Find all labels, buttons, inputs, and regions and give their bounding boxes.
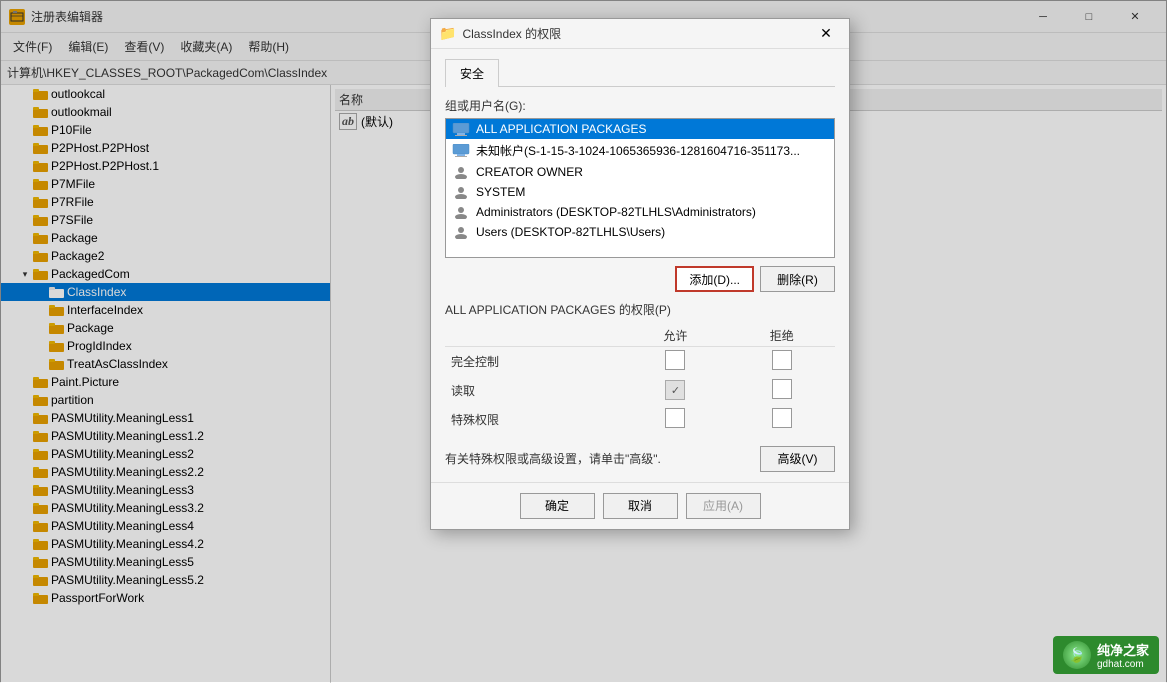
computer-icon (452, 123, 470, 136)
watermark-site: 纯净之家 (1097, 640, 1149, 659)
perm-allow-read[interactable] (622, 376, 728, 405)
user-label: ALL APPLICATION PACKAGES (476, 122, 647, 136)
dialog-close-button[interactable]: ✕ (811, 21, 841, 47)
dialog-title-left: 📁 ClassIndex 的权限 (439, 25, 561, 42)
checkbox-deny-read[interactable] (772, 379, 792, 399)
add-remove-row: 添加(D)... 删除(R) (445, 266, 835, 292)
dialog-title-text: ClassIndex 的权限 (462, 25, 561, 42)
watermark-logo: 🍃 (1063, 641, 1091, 669)
permissions-table: 允许 拒绝 完全控制 读取 (445, 325, 835, 434)
people-icon (452, 166, 470, 179)
group-user-label: 组或用户名(G): (445, 97, 835, 114)
dialog-body: 安全 组或用户名(G): ALL APPLICATION PACKAGES (431, 49, 849, 482)
ok-button[interactable]: 确定 (520, 493, 595, 519)
user-label: 未知帐户(S-1-15-3-1024-1065365936-1281604716… (476, 142, 800, 159)
perm-deny-read[interactable] (729, 376, 835, 405)
perm-allow-full[interactable] (622, 346, 728, 376)
user-item-system[interactable]: SYSTEM (446, 182, 834, 202)
checkbox-deny-full[interactable] (772, 350, 792, 370)
dialog-footer: 确定 取消 应用(A) (431, 482, 849, 529)
perm-name-special: 特殊权限 (445, 405, 622, 434)
checkbox-allow-special[interactable] (665, 408, 685, 428)
cancel-button[interactable]: 取消 (603, 493, 678, 519)
remove-button[interactable]: 删除(R) (760, 266, 835, 292)
perm-deny-special[interactable] (729, 405, 835, 434)
advanced-hint: 有关特殊权限或高级设置，请单击"高级". (445, 450, 661, 467)
watermark-domain: gdhat.com (1097, 659, 1149, 670)
people-icon-3 (452, 206, 470, 219)
user-item-users[interactable]: Users (DESKTOP-82TLHLS\Users) (446, 222, 834, 242)
people-icon-4 (452, 226, 470, 239)
perm-col-name-header (445, 325, 622, 347)
advanced-button[interactable]: 高级(V) (760, 446, 835, 472)
perm-row-read: 读取 (445, 376, 835, 405)
watermark-text: 纯净之家 gdhat.com (1097, 640, 1149, 670)
user-item-all-app-packages[interactable]: ALL APPLICATION PACKAGES (446, 119, 834, 139)
perm-row-full-control: 完全控制 (445, 346, 835, 376)
perm-allow-special[interactable] (622, 405, 728, 434)
add-button[interactable]: 添加(D)... (675, 266, 754, 292)
watermark: 🍃 纯净之家 gdhat.com (1053, 636, 1159, 674)
apply-button[interactable]: 应用(A) (686, 493, 761, 519)
permissions-label: ALL APPLICATION PACKAGES 的权限(P) (445, 302, 835, 319)
user-item-administrators[interactable]: Administrators (DESKTOP-82TLHLS\Administ… (446, 202, 834, 222)
advanced-row: 有关特殊权限或高级设置，请单击"高级". 高级(V) (445, 442, 835, 472)
user-label: Users (DESKTOP-82TLHLS\Users) (476, 225, 665, 239)
user-label: SYSTEM (476, 185, 525, 199)
perm-name-read: 读取 (445, 376, 622, 405)
checkbox-allow-read[interactable] (665, 380, 685, 400)
perm-name-full: 完全控制 (445, 346, 622, 376)
perm-col-allow-header: 允许 (622, 325, 728, 347)
perm-row-special: 特殊权限 (445, 405, 835, 434)
user-item-creator-owner[interactable]: CREATOR OWNER (446, 162, 834, 182)
computer-icon-2 (452, 144, 470, 157)
dialog-folder-icon: 📁 (439, 25, 456, 42)
users-list-box[interactable]: ALL APPLICATION PACKAGES 未知帐户(S-1-15-3-1… (445, 118, 835, 258)
dialog-title-bar: 📁 ClassIndex 的权限 ✕ (431, 19, 849, 49)
user-label: Administrators (DESKTOP-82TLHLS\Administ… (476, 205, 756, 219)
perm-deny-full[interactable] (729, 346, 835, 376)
checkbox-allow-full[interactable] (665, 350, 685, 370)
tab-security[interactable]: 安全 (445, 59, 499, 87)
checkbox-deny-special[interactable] (772, 408, 792, 428)
user-label: CREATOR OWNER (476, 165, 583, 179)
tab-bar: 安全 (445, 59, 835, 87)
user-item-unknown[interactable]: 未知帐户(S-1-15-3-1024-1065365936-1281604716… (446, 139, 834, 162)
perm-col-deny-header: 拒绝 (729, 325, 835, 347)
people-icon-2 (452, 186, 470, 199)
permission-dialog: 📁 ClassIndex 的权限 ✕ 安全 组或用户名(G): (430, 18, 850, 530)
